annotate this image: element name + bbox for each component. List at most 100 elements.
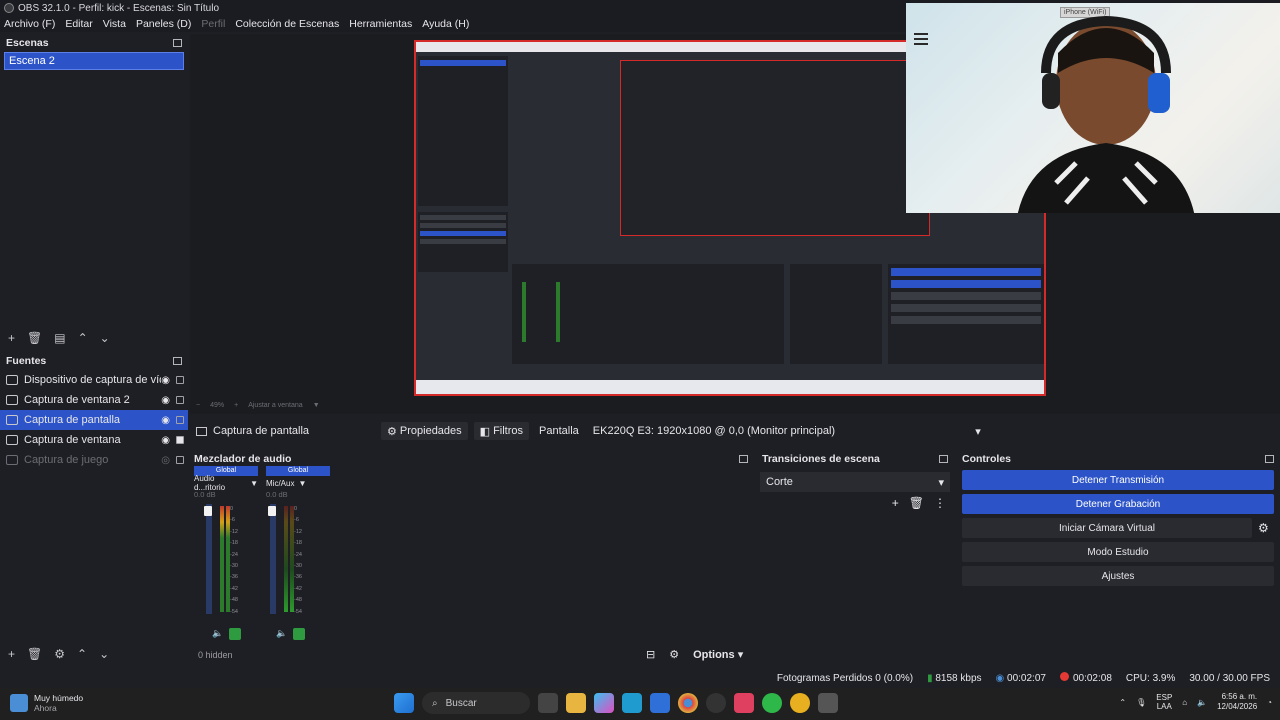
zoom-out-icon[interactable]: − bbox=[196, 402, 200, 409]
mixer-title: Mezclador de audio bbox=[194, 453, 292, 465]
source-item[interactable]: Captura de juego ◎ bbox=[0, 450, 188, 470]
copilot-icon[interactable] bbox=[594, 693, 614, 713]
clock[interactable]: 6:56 a. m. 12/04/2026 bbox=[1217, 692, 1257, 712]
search-placeholder: Buscar bbox=[445, 697, 477, 709]
zoom-mode[interactable]: Ajustar a ventana bbox=[248, 402, 302, 409]
speaker-icon[interactable]: 🔈 bbox=[276, 628, 287, 640]
lock-icon[interactable] bbox=[176, 376, 184, 384]
add-scene-icon[interactable]: + bbox=[8, 331, 15, 345]
move-down-icon[interactable]: ⌄ bbox=[100, 331, 110, 345]
float-dock-icon[interactable] bbox=[939, 455, 948, 463]
float-dock-icon[interactable] bbox=[1265, 455, 1274, 463]
float-dock-icon[interactable] bbox=[173, 357, 182, 365]
stop-streaming-button[interactable]: Detener Transmisión bbox=[962, 470, 1274, 490]
screen-select[interactable]: EK220Q E3: 1920x1080 @ 0,0 (Monitor prin… bbox=[587, 422, 987, 440]
lock-icon[interactable] bbox=[176, 396, 184, 404]
capcut-icon[interactable] bbox=[734, 693, 754, 713]
obs-taskbar-icon[interactable] bbox=[706, 693, 726, 713]
visibility-eye-icon[interactable]: ◉ bbox=[161, 395, 170, 406]
filters-button[interactable]: ◧ Filtros bbox=[473, 422, 530, 440]
float-dock-icon[interactable] bbox=[739, 455, 748, 463]
lock-icon[interactable] bbox=[176, 456, 184, 464]
move-up-icon[interactable]: ⌃ bbox=[77, 647, 87, 661]
move-down-icon[interactable]: ⌄ bbox=[99, 647, 109, 661]
options-button[interactable]: Options ▾ bbox=[693, 648, 743, 661]
volume-fader-track[interactable] bbox=[270, 504, 276, 614]
chevron-up-icon[interactable]: ⌃ bbox=[1119, 698, 1126, 707]
visibility-eye-icon[interactable]: ◉ bbox=[161, 435, 170, 446]
move-up-icon[interactable]: ⌃ bbox=[78, 331, 88, 345]
lock-icon[interactable] bbox=[176, 416, 184, 424]
chevron-down-icon[interactable]: ▼ bbox=[250, 479, 258, 488]
windows-start-icon[interactable] bbox=[394, 693, 414, 713]
menu-herramientas[interactable]: Herramientas bbox=[349, 18, 412, 30]
camera-icon bbox=[6, 375, 18, 385]
headphone-monitor-icon[interactable] bbox=[293, 628, 306, 640]
menu-editar[interactable]: Editar bbox=[65, 18, 92, 30]
studio-mode-button[interactable]: Modo Estudio bbox=[962, 542, 1274, 562]
add-source-icon[interactable]: + bbox=[8, 647, 15, 661]
volume-fader-track[interactable] bbox=[206, 504, 212, 614]
headphone-monitor-icon[interactable] bbox=[229, 628, 242, 640]
scene-filters-icon[interactable]: ▤ bbox=[54, 331, 65, 345]
app-icon[interactable] bbox=[818, 693, 838, 713]
speaker-icon[interactable]: 🔈 bbox=[212, 628, 223, 640]
weather-widget[interactable]: Muy húmedo Ahora bbox=[10, 693, 83, 713]
source-item[interactable]: Captura de ventana ◉ bbox=[0, 430, 188, 450]
volume-fader-knob[interactable] bbox=[204, 506, 212, 516]
menu-vista[interactable]: Vista bbox=[103, 18, 126, 30]
chevron-down-icon: ▾ bbox=[975, 425, 981, 438]
chrome-icon[interactable] bbox=[678, 693, 698, 713]
language-indicator[interactable]: ESP LAA bbox=[1156, 693, 1172, 711]
hidden-eye-icon[interactable]: ◎ bbox=[161, 455, 170, 466]
stop-recording-button[interactable]: Detener Grabación bbox=[962, 494, 1274, 514]
source-item-selected[interactable]: Captura de pantalla ◉ bbox=[0, 410, 188, 430]
scene-item[interactable]: Escena 2 bbox=[4, 52, 184, 70]
obs-logo-icon bbox=[4, 3, 14, 13]
notifications-icon[interactable]: ◔ bbox=[1267, 698, 1272, 707]
network-icon[interactable]: ⌂ bbox=[1182, 698, 1187, 707]
menu-coleccion-escenas[interactable]: Colección de Escenas bbox=[235, 18, 339, 30]
file-explorer-icon[interactable] bbox=[566, 693, 586, 713]
level-bar bbox=[284, 506, 288, 612]
taskbar-search[interactable]: ⌕ Buscar bbox=[422, 692, 530, 714]
float-dock-icon[interactable] bbox=[173, 39, 182, 47]
source-item[interactable]: Dispositivo de captura de vídeo ◉ bbox=[0, 370, 188, 390]
menu-ayuda[interactable]: Ayuda (H) bbox=[422, 18, 469, 30]
app-icon[interactable] bbox=[790, 693, 810, 713]
remove-transition-icon[interactable]: 🗑 bbox=[909, 496, 924, 510]
zoom-dropdown-icon[interactable]: ▼ bbox=[313, 402, 320, 409]
zoom-in-icon[interactable]: + bbox=[234, 402, 238, 409]
remove-scene-icon[interactable]: 🗑 bbox=[27, 331, 42, 345]
microphone-icon[interactable]: 🎙 bbox=[1136, 698, 1146, 707]
volume-fader-knob[interactable] bbox=[268, 506, 276, 516]
visibility-eye-icon[interactable]: ◉ bbox=[161, 375, 170, 386]
add-transition-icon[interactable]: + bbox=[892, 496, 899, 510]
menu-perfil[interactable]: Perfil bbox=[201, 18, 225, 30]
whatsapp-icon[interactable] bbox=[762, 693, 782, 713]
weather-title: Muy húmedo bbox=[34, 693, 84, 703]
nested-mixer bbox=[512, 264, 784, 364]
menu-paneles[interactable]: Paneles (D) bbox=[136, 18, 191, 30]
source-properties-gear-icon[interactable]: ⚙ bbox=[54, 647, 65, 661]
more-options-icon[interactable]: ⋮ bbox=[934, 496, 946, 510]
remove-source-icon[interactable]: 🗑 bbox=[27, 647, 42, 661]
task-view-icon[interactable] bbox=[538, 693, 558, 713]
search-icon: ⌕ bbox=[432, 697, 438, 709]
menu-archivo[interactable]: Archivo (F) bbox=[4, 18, 55, 30]
lock-icon[interactable] bbox=[176, 436, 184, 444]
properties-button[interactable]: ⚙ Propiedades bbox=[381, 422, 468, 440]
mixer-layout-icon[interactable]: ⊟ bbox=[646, 648, 655, 661]
visibility-eye-icon[interactable]: ◉ bbox=[161, 415, 170, 426]
settings-button[interactable]: Ajustes bbox=[962, 566, 1274, 586]
chevron-down-icon[interactable]: ▼ bbox=[298, 479, 306, 488]
volume-icon[interactable]: 🔈 bbox=[1197, 698, 1207, 707]
source-item[interactable]: Captura de ventana 2 ◉ bbox=[0, 390, 188, 410]
store-icon[interactable] bbox=[650, 693, 670, 713]
virtual-camera-gear-icon[interactable]: ⚙ bbox=[1258, 521, 1269, 535]
transition-select[interactable]: Corte ▾ bbox=[760, 472, 950, 492]
mixer-strip-name[interactable]: Mic/Aux bbox=[266, 479, 294, 488]
advanced-audio-icon[interactable]: ⚙ bbox=[669, 648, 679, 661]
start-virtual-camera-button[interactable]: Iniciar Cámara Virtual bbox=[962, 518, 1252, 538]
edge-icon[interactable] bbox=[622, 693, 642, 713]
